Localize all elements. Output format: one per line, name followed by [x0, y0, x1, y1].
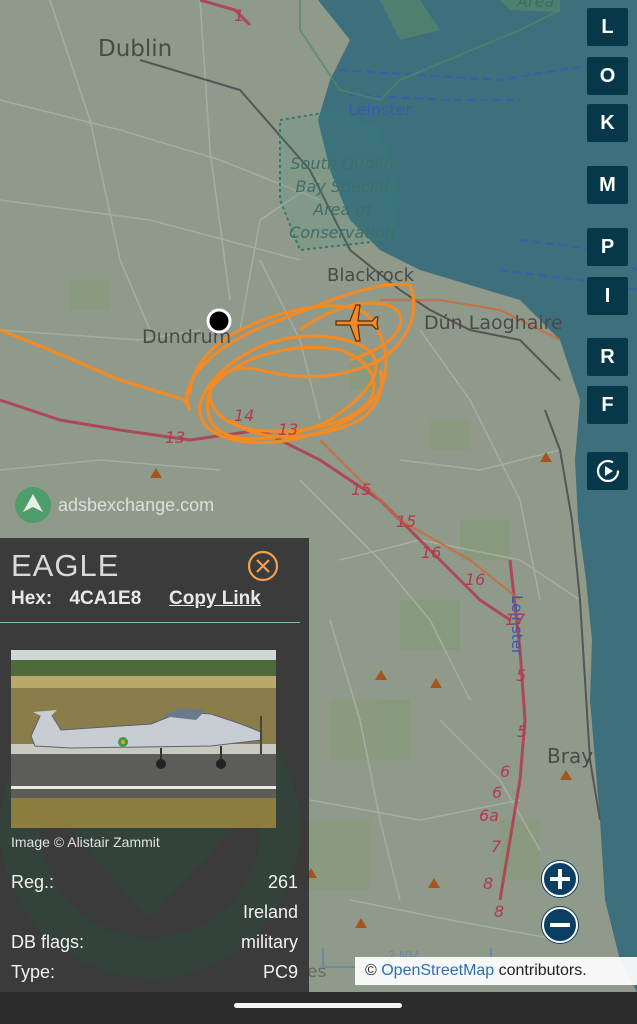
attribution-suffix: contributors. — [494, 962, 587, 979]
road-number: 1 — [234, 6, 245, 25]
adsbexchange-logo-icon — [15, 487, 51, 523]
water-label-line: Area of — [313, 200, 371, 219]
place-label-dublin: Dublin — [98, 36, 173, 62]
road-number: 15 — [351, 480, 372, 499]
close-button[interactable] — [246, 549, 280, 583]
water-label-line: South Dublin — [290, 154, 394, 173]
zoom-out-button[interactable] — [541, 906, 579, 944]
road-number: 6 — [500, 762, 511, 781]
road-number: 15 — [396, 512, 417, 531]
map-attribution: © OpenStreetMap contributors. — [355, 957, 637, 985]
home-gesture-handle[interactable] — [234, 1003, 402, 1008]
toggle-button-f[interactable]: F — [587, 386, 628, 424]
reg-label: Reg.: — [11, 872, 55, 892]
receiver-location-marker — [206, 308, 232, 334]
place-label-leinster: Leinster — [348, 100, 413, 119]
toggle-button-o[interactable]: O — [587, 57, 628, 95]
road-number: 13 — [165, 428, 186, 447]
system-navigation-bar — [0, 992, 637, 1024]
attribution-prefix: © — [365, 962, 382, 979]
image-credit: Image © Alistair Zammit — [11, 834, 160, 850]
zoom-in-button[interactable] — [541, 860, 579, 898]
place-label-dun-laoghaire: Dún Laoghaire — [424, 312, 563, 334]
road-number: 8 — [494, 902, 505, 921]
country-value: Ireland — [242, 902, 298, 922]
road-number: 6 — [492, 783, 503, 802]
aircraft-info-panel: EAGLE Hex: 4CA1E8 Copy Link Image © Alis… — [0, 538, 309, 992]
db-flags-value: military — [241, 932, 298, 952]
toggle-button-l[interactable]: L — [587, 8, 628, 46]
place-label-blackrock: Blackrock — [327, 265, 415, 286]
toggle-button-k[interactable]: K — [587, 104, 628, 142]
road-number: 13 — [278, 420, 299, 439]
replay-button[interactable] — [587, 452, 628, 490]
toggle-button-r[interactable]: R — [587, 338, 628, 376]
place-label-bray: Bray — [547, 744, 594, 768]
road-number: 7 — [491, 837, 502, 856]
type-label: Type: — [11, 962, 56, 982]
road-number: 5 — [517, 722, 528, 741]
panel-divider — [0, 622, 300, 623]
reg-value: 261 — [267, 872, 298, 892]
aircraft-photo[interactable] — [11, 650, 276, 828]
plus-icon — [542, 861, 578, 897]
toggle-button-m[interactable]: M — [587, 166, 628, 204]
replay-icon — [596, 459, 619, 483]
adsbexchange-watermark: adsbexchange.com — [14, 486, 214, 524]
type-value: PC9 — [262, 962, 298, 982]
hex-value: 4CA1E8 — [69, 588, 142, 609]
hex-row: Hex: 4CA1E8 — [11, 588, 141, 610]
road-number: 17 — [505, 610, 526, 629]
water-label-line: Conservation — [289, 223, 395, 242]
openstreetmap-link[interactable]: OpenStreetMap — [381, 962, 494, 980]
road-number: 16 — [421, 543, 442, 562]
aircraft-icon[interactable] — [332, 299, 380, 347]
road-number: 16 — [465, 570, 486, 589]
close-icon — [247, 550, 279, 582]
minus-icon — [542, 907, 578, 943]
db-flags-label: DB flags: — [11, 932, 85, 952]
place-label-area-top: Area — [517, 0, 555, 11]
hex-label: Hex: — [11, 588, 53, 609]
copy-link-button[interactable]: Copy Link — [169, 588, 261, 610]
road-number: 6a — [479, 806, 499, 825]
road-number: 8 — [483, 874, 494, 893]
toggle-button-p[interactable]: P — [587, 228, 628, 266]
conservation-area-label: South Dublin Bay Special Area of Conserv… — [276, 152, 408, 244]
callsign: EAGLE — [11, 548, 120, 583]
watermark-text: adsbexchange.com — [58, 494, 215, 515]
road-number: 5 — [516, 666, 527, 685]
water-label-line: Bay Special — [295, 177, 389, 196]
toggle-button-i[interactable]: I — [587, 277, 628, 315]
road-number: 14 — [234, 406, 255, 425]
